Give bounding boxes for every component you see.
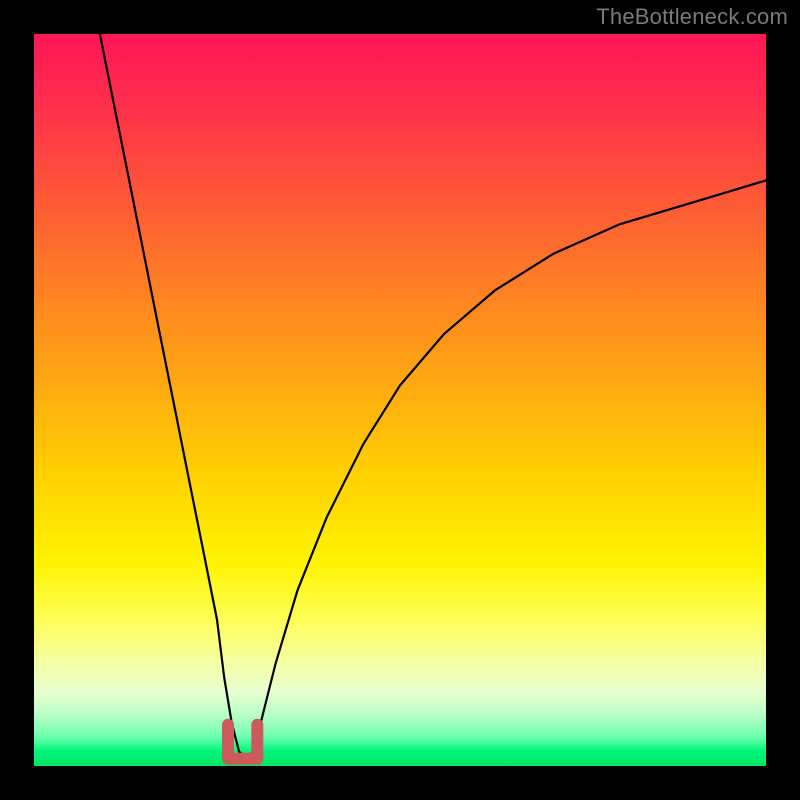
plot-area [34, 34, 766, 766]
chart-frame: TheBottleneck.com [0, 0, 800, 800]
curve-svg [34, 34, 766, 766]
watermark-text: TheBottleneck.com [596, 4, 788, 30]
min-marker [228, 725, 257, 759]
bottleneck-curve [100, 34, 766, 759]
